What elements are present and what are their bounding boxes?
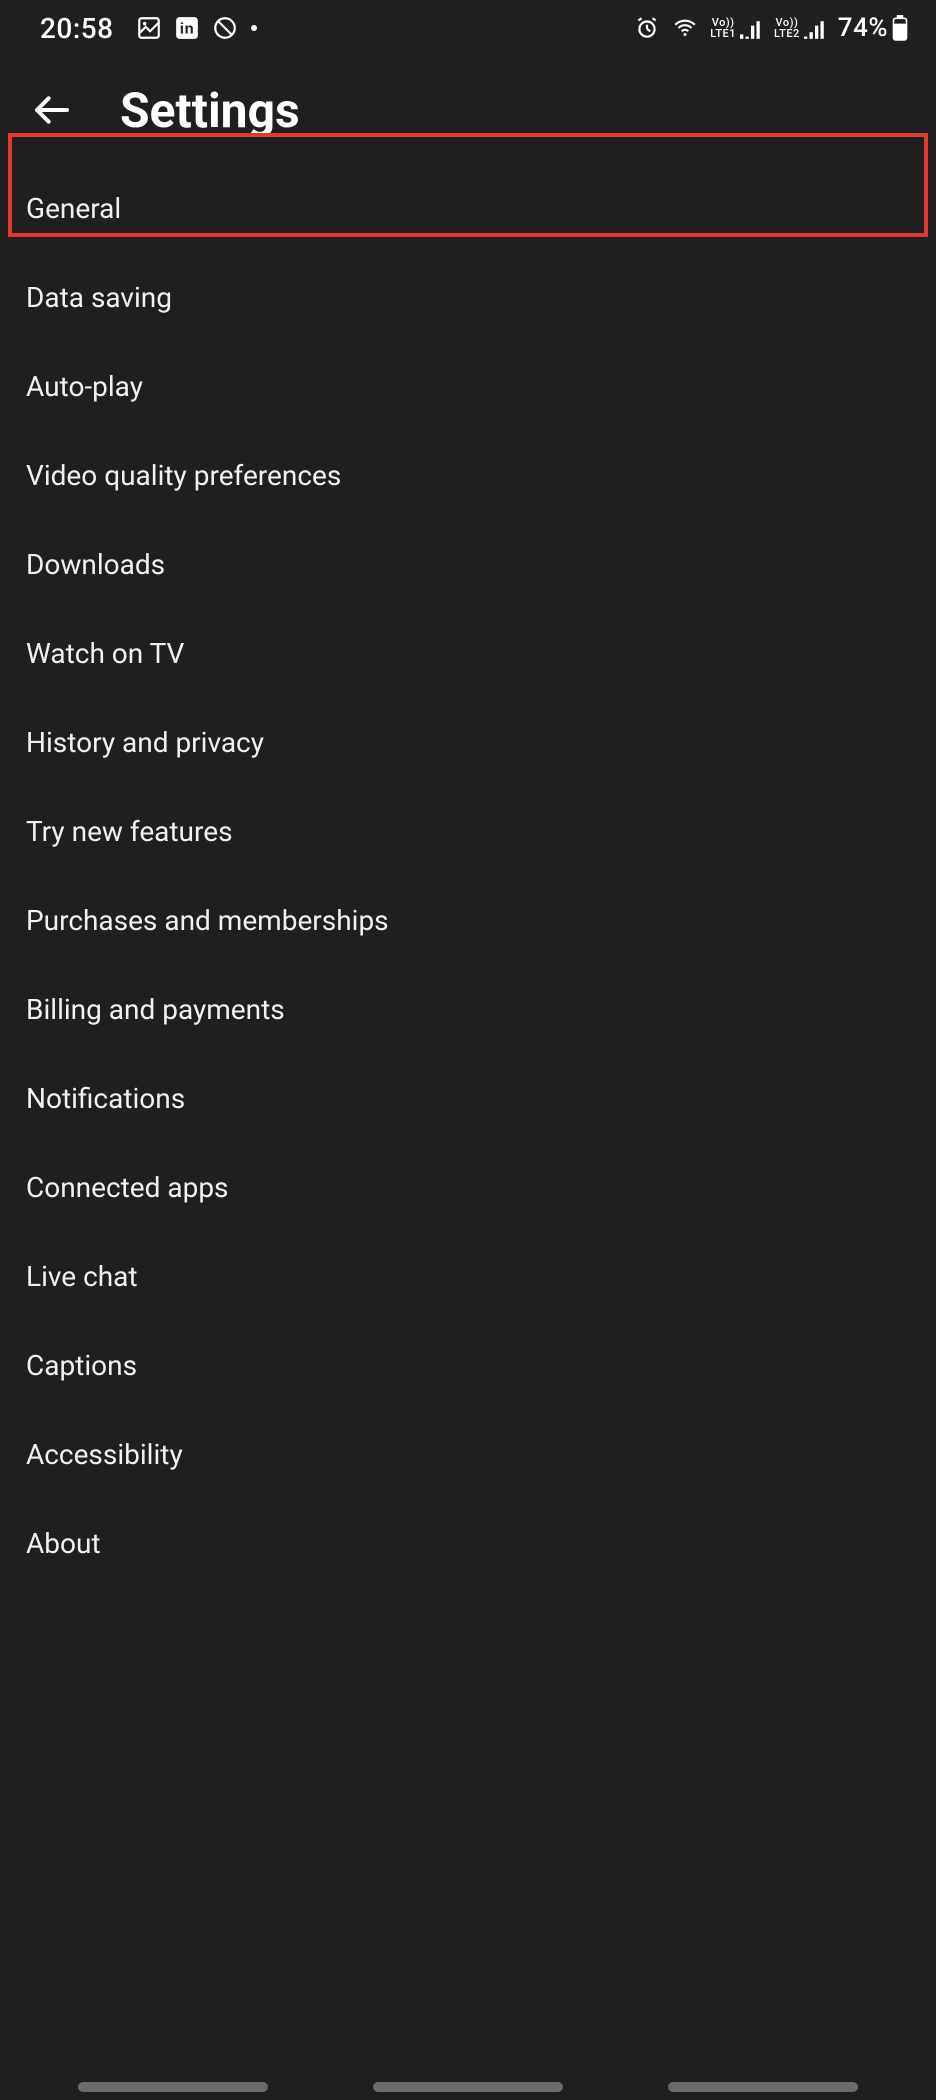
settings-item-label: Captions (26, 1349, 137, 1382)
settings-item-purchases[interactable]: Purchases and memberships (0, 876, 936, 965)
status-bar: 20:58 in Vo)) LTE1 Vo) (0, 0, 936, 56)
settings-item-label: Notifications (26, 1082, 185, 1115)
settings-item-billing[interactable]: Billing and payments (0, 965, 936, 1054)
settings-item-try-new[interactable]: Try new features (0, 787, 936, 876)
status-time: 20:58 (40, 12, 114, 45)
settings-item-data-saving[interactable]: Data saving (0, 253, 936, 342)
battery-percent: 74% (838, 13, 888, 43)
settings-item-label: History and privacy (26, 726, 264, 759)
settings-item-label: Watch on TV (26, 637, 184, 670)
signal-bars-icon (804, 21, 826, 39)
settings-item-label: Data saving (26, 281, 172, 314)
settings-item-history[interactable]: History and privacy (0, 698, 936, 787)
settings-item-label: About (26, 1527, 101, 1560)
settings-item-live-chat[interactable]: Live chat (0, 1232, 936, 1321)
settings-item-downloads[interactable]: Downloads (0, 520, 936, 609)
settings-item-general[interactable]: General (0, 164, 936, 253)
sim2-lte-label: LTE2 (774, 28, 800, 39)
settings-item-label: Auto-play (26, 370, 143, 403)
image-icon (136, 15, 162, 41)
svg-text:in: in (179, 20, 194, 37)
battery-icon (892, 15, 908, 41)
sim2-indicator: Vo)) LTE2 (774, 17, 826, 39)
nav-home-button[interactable] (373, 2082, 563, 2092)
battery-indicator: 74% (838, 13, 908, 43)
settings-item-label: Purchases and memberships (26, 904, 389, 937)
sim1-lte-label: LTE1 (710, 28, 736, 39)
settings-item-label: Billing and payments (26, 993, 285, 1026)
settings-item-connected[interactable]: Connected apps (0, 1143, 936, 1232)
settings-item-captions[interactable]: Captions (0, 1321, 936, 1410)
settings-item-label: General (26, 192, 121, 225)
settings-item-auto-play[interactable]: Auto-play (0, 342, 936, 431)
status-bar-left: 20:58 in (40, 12, 258, 45)
settings-item-label: Try new features (26, 815, 233, 848)
page-title: Settings (120, 82, 300, 139)
dot-icon (250, 24, 258, 32)
signal-bars-icon (740, 21, 762, 39)
nav-back-button[interactable] (668, 2082, 858, 2092)
linkedin-icon: in (174, 15, 200, 41)
wifi-icon (672, 15, 698, 41)
settings-item-label: Downloads (26, 548, 165, 581)
status-bar-right: Vo)) LTE1 Vo)) LTE2 74% (634, 13, 908, 43)
settings-item-about[interactable]: About (0, 1499, 936, 1588)
alarm-icon (634, 15, 660, 41)
settings-item-label: Video quality preferences (26, 459, 341, 492)
settings-item-label: Connected apps (26, 1171, 229, 1204)
sim1-indicator: Vo)) LTE1 (710, 17, 762, 39)
arrow-left-icon (32, 90, 72, 130)
settings-item-label: Live chat (26, 1260, 138, 1293)
nav-recent-button[interactable] (78, 2082, 268, 2092)
settings-item-label: Accessibility (26, 1438, 183, 1471)
app-bar: Settings (0, 56, 936, 164)
settings-item-notifications[interactable]: Notifications (0, 1054, 936, 1143)
navigation-bar (0, 2082, 936, 2092)
settings-item-accessibility[interactable]: Accessibility (0, 1410, 936, 1499)
do-not-disturb-icon (212, 15, 238, 41)
settings-list: General Data saving Auto-play Video quality… (0, 164, 936, 1588)
back-button[interactable] (28, 86, 76, 134)
settings-item-video-quality[interactable]: Video quality preferences (0, 431, 936, 520)
settings-item-watch-tv[interactable]: Watch on TV (0, 609, 936, 698)
